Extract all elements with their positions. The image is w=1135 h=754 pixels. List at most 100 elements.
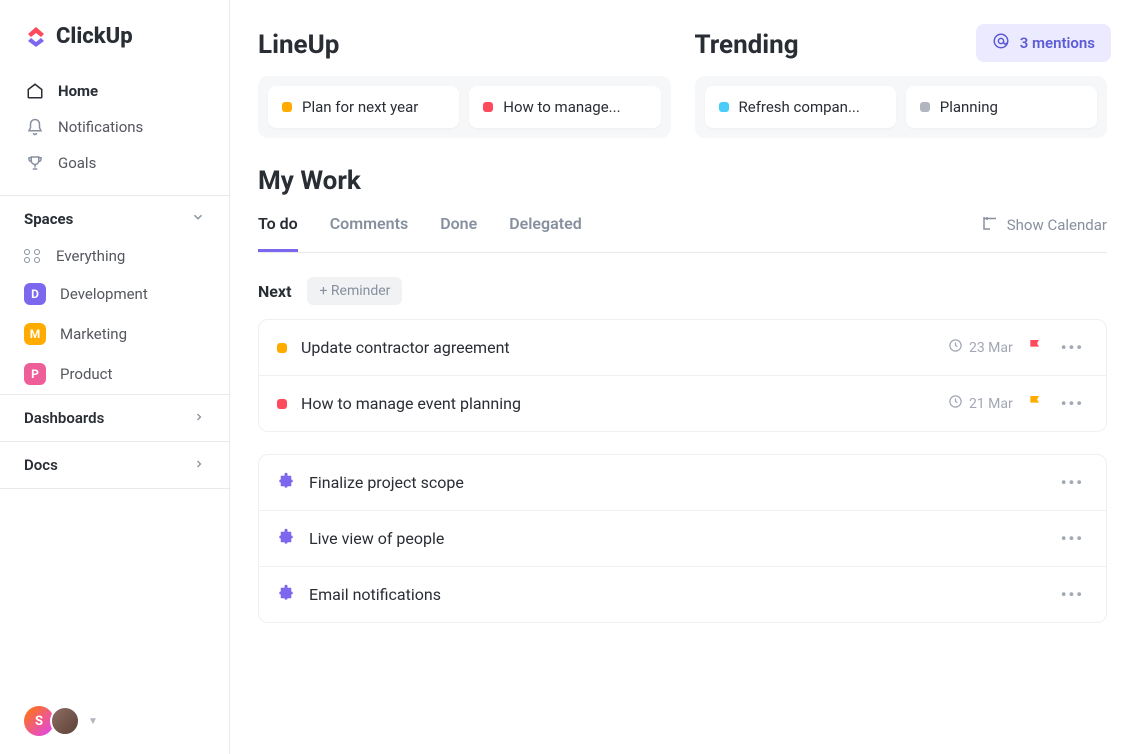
lineup-cards: Plan for next year How to manage... (258, 76, 671, 138)
task-date: 23 Mar (948, 338, 1013, 357)
trending-card[interactable]: Planning (906, 86, 1097, 128)
card-label: Refresh compan... (739, 98, 860, 116)
clock-icon (948, 338, 963, 357)
avatar-secondary (50, 706, 80, 736)
space-everything[interactable]: Everything (0, 238, 229, 274)
show-calendar-button[interactable]: Show Calendar (981, 214, 1107, 252)
space-badge: M (24, 323, 46, 345)
space-label: Marketing (60, 325, 127, 343)
status-dot (920, 102, 930, 112)
task-row[interactable]: Finalize project scope ••• (259, 455, 1106, 511)
caret-down-icon: ▼ (88, 716, 98, 727)
more-icon[interactable]: ••• (1057, 525, 1088, 552)
more-icon[interactable]: ••• (1057, 334, 1088, 361)
task-title: Finalize project scope (309, 473, 1043, 492)
at-icon (992, 32, 1010, 54)
calendar-icon (981, 214, 999, 236)
trophy-icon (26, 154, 44, 172)
space-item-product[interactable]: P Product (0, 354, 229, 394)
space-item-marketing[interactable]: M Marketing (0, 314, 229, 354)
everything-icon (24, 249, 42, 263)
status-dot (719, 102, 729, 112)
next-label: Next (258, 282, 291, 301)
puzzle-icon (277, 472, 295, 494)
puzzle-icon (277, 584, 295, 606)
tab-to-do[interactable]: To do (258, 214, 298, 252)
dashboards-label: Dashboards (24, 409, 104, 427)
more-icon[interactable]: ••• (1057, 469, 1088, 496)
task-title: How to manage event planning (301, 394, 934, 413)
chevron-right-icon (193, 409, 205, 427)
spaces-header[interactable]: Spaces (0, 195, 229, 238)
card-label: Plan for next year (302, 98, 418, 116)
chevron-down-icon (191, 210, 205, 228)
brand-logo[interactable]: ClickUp (0, 0, 229, 69)
flag-icon[interactable] (1027, 338, 1043, 358)
avatar-initial: S (35, 714, 43, 729)
flag-icon[interactable] (1027, 394, 1043, 414)
docs-header[interactable]: Docs (0, 441, 229, 489)
task-row[interactable]: Email notifications ••• (259, 567, 1106, 622)
nav-notifications[interactable]: Notifications (12, 109, 217, 145)
lineup-card[interactable]: How to manage... (469, 86, 660, 128)
tab-done[interactable]: Done (440, 214, 477, 252)
sidebar: ClickUp Home Notifications Goals Spaces … (0, 0, 230, 754)
spaces-list: D Development M Marketing P Product (0, 274, 229, 394)
nav-home[interactable]: Home (12, 73, 217, 109)
space-badge: D (24, 283, 46, 305)
clock-icon (948, 394, 963, 413)
mywork-tabs: To do Comments Done Delegated (258, 214, 582, 252)
task-title: Email notifications (309, 585, 1043, 604)
card-label: Planning (940, 98, 998, 116)
task-date: 21 Mar (948, 394, 1013, 413)
card-label: How to manage... (503, 98, 620, 116)
reminder-button[interactable]: + Reminder (307, 277, 402, 305)
lineup-title: LineUp (258, 30, 671, 60)
user-switcher[interactable]: S ▼ (0, 688, 229, 754)
lineup-card[interactable]: Plan for next year (268, 86, 459, 128)
task-title: Update contractor agreement (301, 338, 934, 357)
more-icon[interactable]: ••• (1057, 390, 1088, 417)
nav-goals[interactable]: Goals (12, 145, 217, 181)
dashboards-header[interactable]: Dashboards (0, 394, 229, 441)
status-dot (277, 399, 287, 409)
more-icon[interactable]: ••• (1057, 581, 1088, 608)
task-row[interactable]: How to manage event planning 21 Mar ••• (259, 376, 1106, 431)
docs-label: Docs (24, 456, 58, 474)
show-calendar-label: Show Calendar (1007, 216, 1107, 234)
status-dot (277, 343, 287, 353)
task-title: Live view of people (309, 529, 1043, 548)
bell-icon (26, 118, 44, 136)
task-group-other: Finalize project scope ••• Live view of … (258, 454, 1107, 623)
space-badge: P (24, 363, 46, 385)
trending-cards: Refresh compan... Planning (695, 76, 1108, 138)
space-label: Product (60, 365, 112, 383)
space-everything-label: Everything (56, 247, 125, 265)
status-dot (483, 102, 493, 112)
nav-goals-label: Goals (58, 154, 96, 172)
puzzle-icon (277, 528, 295, 550)
clickup-logo-icon (24, 25, 48, 49)
spaces-header-label: Spaces (24, 210, 73, 228)
nav-home-label: Home (58, 82, 98, 100)
chevron-right-icon (193, 456, 205, 474)
mywork-title: My Work (258, 166, 1107, 196)
tab-delegated[interactable]: Delegated (509, 214, 581, 252)
task-row[interactable]: Live view of people ••• (259, 511, 1106, 567)
tabs-row: To do Comments Done Delegated Show Calendar (258, 214, 1107, 253)
brand-name: ClickUp (56, 24, 133, 49)
space-label: Development (60, 285, 148, 303)
status-dot (282, 102, 292, 112)
mentions-label: 3 mentions (1020, 34, 1095, 52)
mentions-chip[interactable]: 3 mentions (976, 24, 1111, 62)
trending-card[interactable]: Refresh compan... (705, 86, 896, 128)
nav-notifications-label: Notifications (58, 118, 143, 136)
home-icon (26, 82, 44, 100)
lineup-section: LineUp Plan for next year How to manage..… (258, 30, 671, 138)
task-group-next: Update contractor agreement 23 Mar ••• H… (258, 319, 1107, 432)
primary-nav: Home Notifications Goals (0, 69, 229, 185)
task-row[interactable]: Update contractor agreement 23 Mar ••• (259, 320, 1106, 376)
next-row: Next + Reminder (258, 277, 1107, 305)
space-item-development[interactable]: D Development (0, 274, 229, 314)
tab-comments[interactable]: Comments (330, 214, 408, 252)
